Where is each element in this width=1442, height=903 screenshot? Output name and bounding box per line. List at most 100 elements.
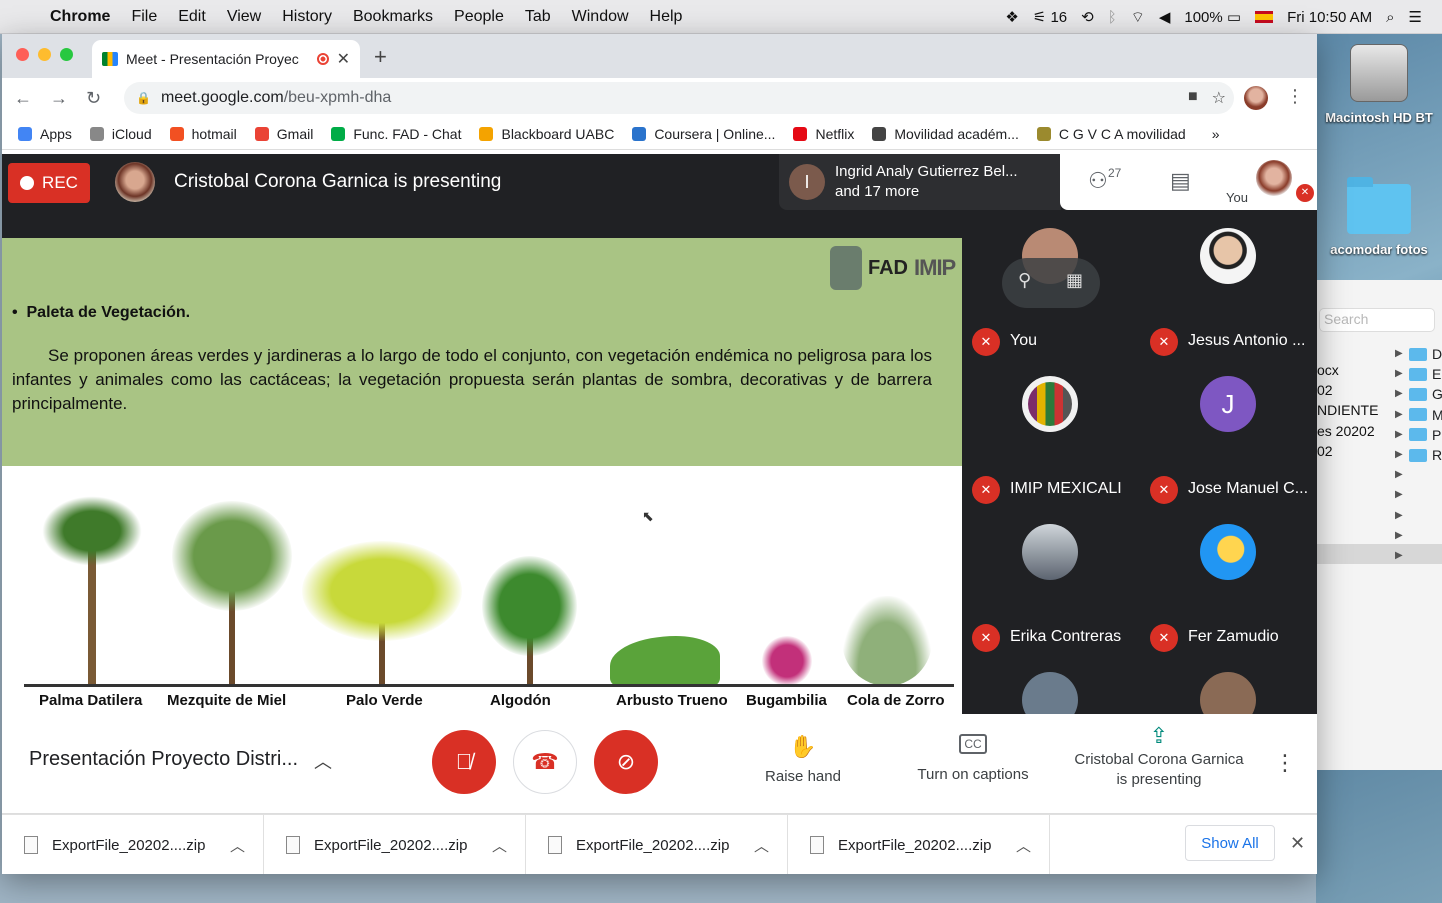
menu-history[interactable]: History [282, 8, 332, 26]
download-item[interactable]: ExportFile_20202....zip ︿ [264, 815, 526, 874]
bookmark-item[interactable]: hotmail [169, 126, 237, 142]
bluetooth-icon[interactable]: ᛒ [1108, 9, 1117, 26]
menu-app-name[interactable]: Chrome [50, 8, 110, 26]
input-source-flag-icon[interactable] [1255, 11, 1274, 23]
profile-avatar[interactable] [1244, 86, 1268, 110]
participant-tile[interactable]: J ✕ Jose Manuel C... [1140, 362, 1317, 510]
menu-edit[interactable]: Edit [178, 8, 206, 26]
reload-icon[interactable]: ↻ [86, 88, 101, 109]
captions-button[interactable]: CC Turn on captions [912, 734, 1034, 783]
finder-right-item[interactable]: P [1409, 425, 1442, 445]
download-item[interactable]: ExportFile_20202....zip ︿ [788, 815, 1050, 874]
chevron-up-icon[interactable]: ︿ [230, 835, 245, 856]
finder-right-item[interactable]: D [1409, 344, 1442, 364]
new-tab-button[interactable]: + [374, 44, 387, 70]
finder-right-item[interactable]: G [1409, 384, 1442, 404]
finder-search-input[interactable]: Search [1319, 308, 1435, 332]
menu-help[interactable]: Help [650, 8, 683, 26]
close-tab-icon[interactable]: ✕ [337, 49, 350, 69]
lock-icon[interactable]: 🔒 [136, 91, 151, 105]
raise-hand-button[interactable]: ✋ Raise hand [762, 734, 844, 785]
participant-tile[interactable]: ⚲ ▦ ✕ You [962, 214, 1139, 362]
volume-icon[interactable]: ◀ [1159, 8, 1171, 26]
chrome-menu-icon[interactable]: ⋮ [1286, 86, 1304, 107]
bookmark-item[interactable]: Blackboard UABC [479, 126, 614, 142]
notification-center-icon[interactable]: ☰ [1409, 8, 1422, 26]
close-window-button[interactable] [16, 48, 29, 61]
bookmark-favicon-icon [632, 126, 647, 141]
menu-clock[interactable]: Fri 10:50 AM [1287, 9, 1372, 26]
chat-icon[interactable]: ▤ [1170, 168, 1191, 194]
finder-left-item[interactable]: 02 [1317, 441, 1378, 461]
bookmark-item[interactable]: iCloud [89, 126, 152, 142]
download-item[interactable]: ExportFile_20202....zip ︿ [2, 815, 264, 874]
minimize-window-button[interactable] [38, 48, 51, 61]
participant-tile[interactable] [1140, 658, 1317, 714]
zoom-window-button[interactable] [60, 48, 73, 61]
chevron-up-icon[interactable]: ︿ [492, 835, 507, 856]
back-icon[interactable]: ← [14, 88, 32, 109]
speaking-participants-pill[interactable]: I Ingrid Analy Gutierrez Bel... and 17 m… [779, 154, 1061, 210]
bookmark-label: Coursera | Online... [654, 125, 776, 142]
menu-window[interactable]: Window [572, 8, 629, 26]
finder-left-item[interactable]: ocx [1317, 360, 1378, 380]
present-now-button[interactable]: ⇪ Cristobal Corona Garnica is presenting [1070, 725, 1248, 790]
leave-call-button[interactable]: ☎ [513, 730, 577, 794]
participant-tile[interactable] [962, 658, 1139, 714]
spotlight-search-icon[interactable]: ⌕ [1386, 9, 1394, 26]
chevron-up-icon[interactable]: ︿ [1016, 835, 1031, 856]
camera-toggle-button[interactable]: ⊘ [594, 730, 658, 794]
more-options-icon[interactable]: ⋮ [1274, 750, 1296, 776]
tab-title: Meet - Presentación Proyec [126, 51, 299, 67]
camera-in-use-icon[interactable]: ■ [1188, 88, 1198, 108]
menu-people[interactable]: People [454, 8, 504, 26]
bookmark-item[interactable]: Gmail [254, 126, 313, 142]
bookmark-star-icon[interactable]: ☆ [1212, 88, 1226, 108]
participant-tile[interactable]: ✕ Fer Zamudio [1140, 510, 1317, 658]
menu-view[interactable]: View [227, 8, 261, 26]
recording-badge[interactable]: REC [8, 163, 90, 203]
bookmark-item[interactable]: Movilidad académ... [872, 126, 1019, 142]
people-icon[interactable]: ⚇ [1088, 168, 1108, 194]
bookmark-item[interactable]: Apps [18, 126, 72, 142]
menu-tab[interactable]: Tab [525, 8, 551, 26]
pin-icon[interactable]: ⚲ [1018, 270, 1031, 291]
self-view-avatar[interactable] [1256, 160, 1292, 196]
wifi-icon[interactable]: ⌔ [1131, 8, 1145, 27]
address-bar[interactable]: 🔒 meet.google.com/beu-xpmh-dha ■ ☆ [124, 82, 1234, 114]
remove-from-grid-icon[interactable]: ▦ [1066, 270, 1083, 291]
bookmark-item[interactable]: Netflix [793, 126, 854, 142]
battery-status[interactable]: 100% ▭ [1184, 8, 1241, 26]
bookmark-item[interactable]: C G V C A movilidad [1036, 126, 1186, 142]
adobe-status[interactable]: ⚟ 16 [1033, 8, 1067, 26]
tab-meet[interactable]: Meet - Presentación Proyec ✕ [92, 40, 360, 78]
finder-left-item[interactable]: 02 [1317, 380, 1378, 400]
forward-icon[interactable]: → [50, 88, 68, 109]
bookmark-item[interactable]: Coursera | Online... [632, 126, 775, 142]
show-all-downloads-button[interactable]: Show All [1185, 825, 1275, 861]
meeting-details-title[interactable]: Presentación Proyecto Distri... [29, 748, 298, 771]
participant-tile[interactable]: ✕ Jesus Antonio ... [1140, 214, 1317, 362]
finder-right-item[interactable]: R [1409, 445, 1442, 465]
finder-left-item[interactable]: NDIENTE [1317, 400, 1378, 420]
participant-name: Jesus Antonio ... [1188, 332, 1306, 349]
desktop-hd-icon[interactable]: Macintosh HD BT [1316, 44, 1442, 125]
microphone-toggle-button[interactable]: 🎙̸ [432, 730, 496, 794]
finder-left-item[interactable]: es 20202 [1317, 421, 1378, 441]
chevron-up-icon[interactable]: ︿ [754, 835, 769, 856]
close-download-shelf-icon[interactable]: ✕ [1290, 833, 1305, 854]
menu-file[interactable]: File [131, 8, 157, 26]
palm-trunk [88, 546, 96, 686]
participant-tile[interactable]: ✕ IMIP MEXICALI [962, 362, 1139, 510]
download-item[interactable]: ExportFile_20202....zip ︿ [526, 815, 788, 874]
participant-tile[interactable]: ✕ Erika Contreras [962, 510, 1139, 658]
finder-right-item[interactable]: E [1409, 364, 1442, 384]
menu-bookmarks[interactable]: Bookmarks [353, 8, 433, 26]
finder-right-item[interactable]: M [1409, 405, 1442, 425]
time-machine-icon[interactable]: ⟲ [1081, 8, 1094, 26]
bookmarks-overflow-icon[interactable]: » [1212, 126, 1220, 142]
bookmark-item[interactable]: Func. FAD - Chat [331, 126, 461, 142]
chevron-up-icon[interactable]: ︿ [314, 748, 332, 774]
dropbox-icon[interactable]: ❖ [1005, 8, 1018, 26]
desktop-folder[interactable]: acomodar fotos [1316, 177, 1442, 257]
